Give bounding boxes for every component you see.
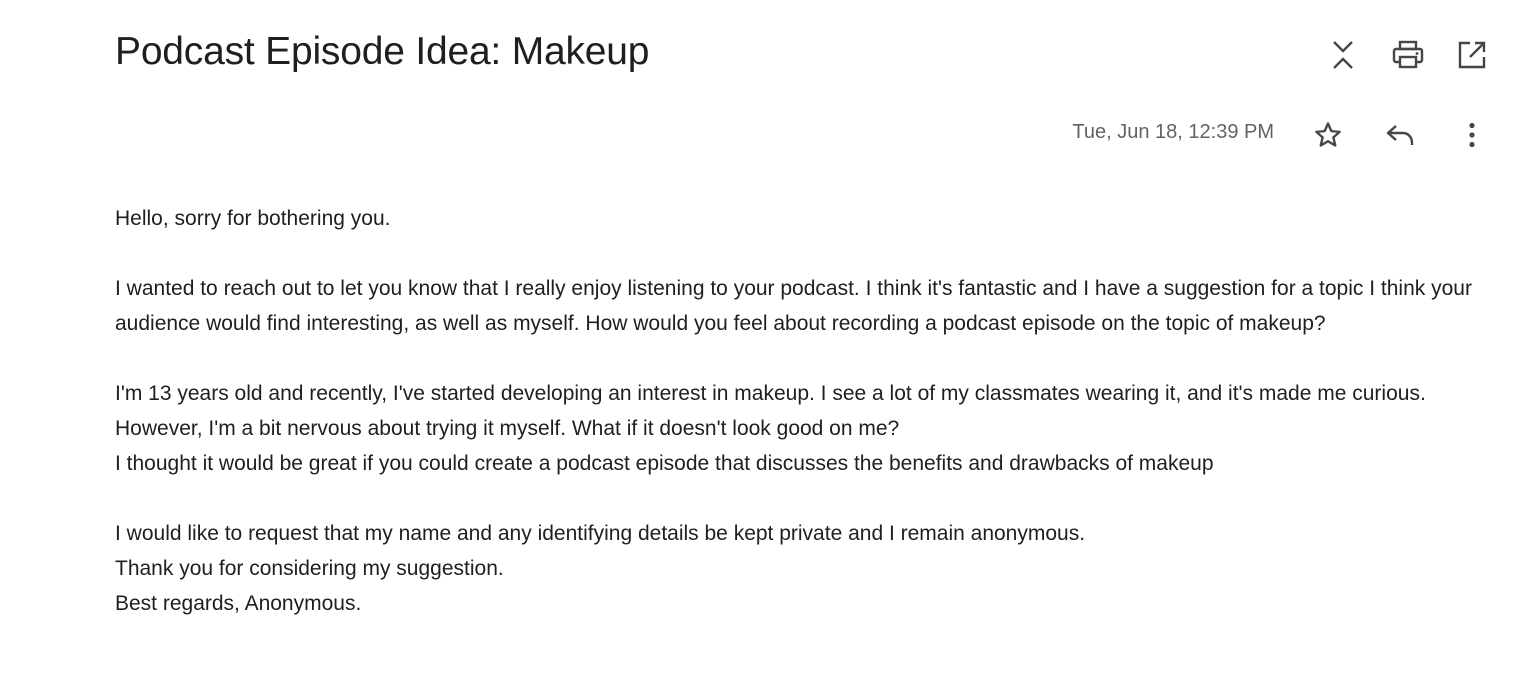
collapse-all-icon — [1330, 38, 1356, 72]
greeting-line: Hello, sorry for bothering you. — [115, 207, 391, 230]
print-icon — [1392, 40, 1424, 70]
star-icon — [1313, 120, 1343, 150]
body-paragraph-2-line-2: I thought it would be great if you could… — [115, 452, 1214, 475]
closing-line-1: I would like to request that my name and… — [115, 522, 1086, 545]
body-paragraph-1: I wanted to reach out to let you know th… — [115, 277, 1472, 335]
body-paragraph-2-line-1: I'm 13 years old and recently, I've star… — [115, 382, 1426, 440]
open-in-new-window-button[interactable] — [1452, 35, 1492, 75]
closing-line-2: Thank you for considering my suggestion. — [115, 557, 504, 580]
reply-icon — [1385, 122, 1415, 148]
collapse-all-button[interactable] — [1323, 35, 1363, 75]
print-button[interactable] — [1388, 35, 1428, 75]
message-body: Hello, sorry for bothering you. I wanted… — [115, 201, 1500, 621]
more-options-icon — [1468, 122, 1476, 148]
open-in-new-window-icon — [1457, 40, 1487, 70]
message-date: Tue, Jun 18, 12:39 PM — [1072, 121, 1274, 143]
more-options-button[interactable] — [1452, 115, 1492, 155]
reply-button[interactable] — [1380, 115, 1420, 155]
star-button[interactable] — [1308, 115, 1348, 155]
signature-line: Best regards, Anonymous. — [115, 592, 362, 615]
email-subject: Podcast Episode Idea: Makeup — [115, 30, 650, 73]
